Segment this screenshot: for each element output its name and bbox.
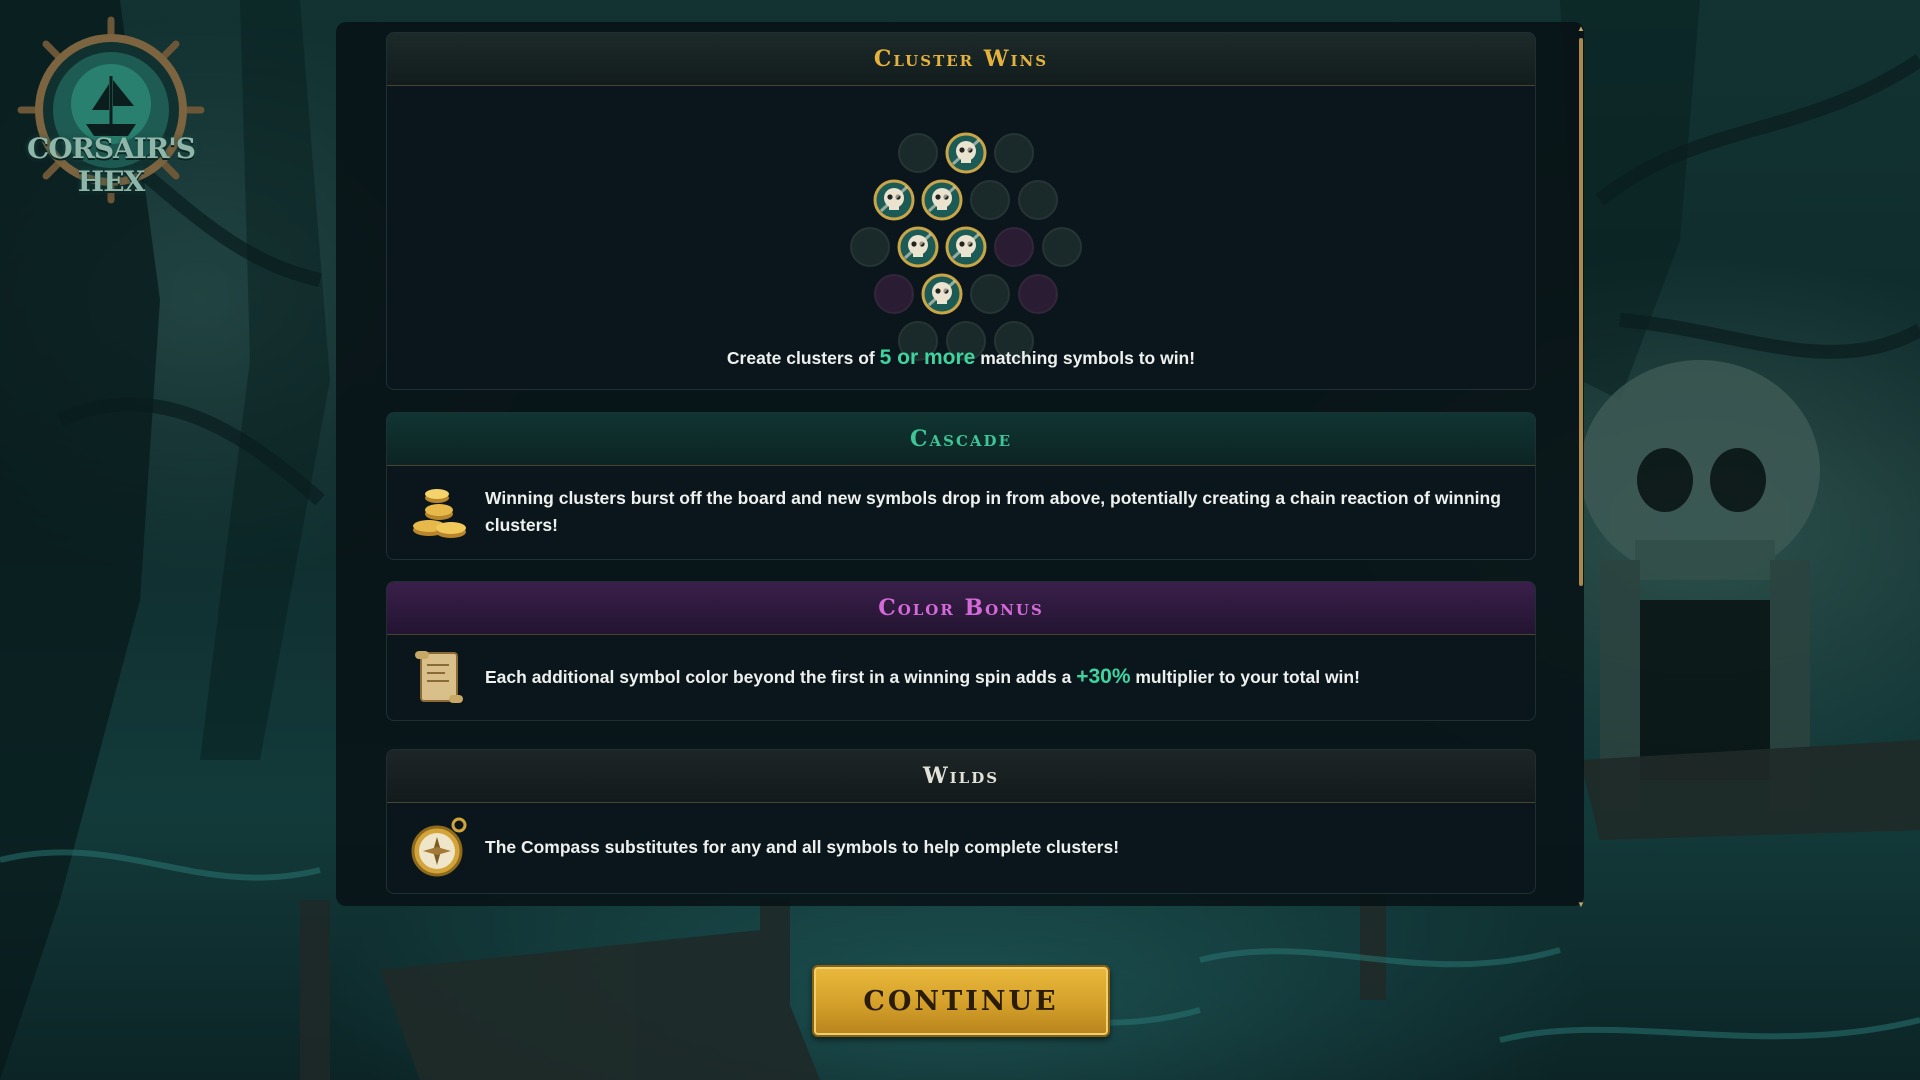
cluster-wins-title: Cluster Wins xyxy=(387,33,1535,86)
empty-symbol-icon xyxy=(1018,180,1058,220)
compass-icon xyxy=(411,817,467,877)
skull-symbol-icon xyxy=(945,132,987,174)
caption-highlight: 5 or more xyxy=(879,346,976,369)
game-title: CORSAIR'S HEX xyxy=(26,132,196,198)
gold-coins-icon xyxy=(413,489,466,538)
wilds-title: Wilds xyxy=(387,750,1535,803)
empty-symbol-icon xyxy=(874,274,914,314)
scroll-map-icon xyxy=(415,651,463,703)
empty-symbol-icon xyxy=(970,180,1010,220)
empty-symbol-icon xyxy=(970,274,1010,314)
color-bonus-title: Color Bonus xyxy=(387,582,1535,635)
skull-symbol-icon xyxy=(873,179,915,221)
color-bonus-text: Each additional symbol color beyond the … xyxy=(485,663,1360,691)
cascade-text: Winning clusters burst off the board and… xyxy=(485,488,1501,535)
skull-symbol-icon xyxy=(921,179,963,221)
scroll-down-icon[interactable]: ▼ xyxy=(1577,901,1585,909)
empty-symbol-icon xyxy=(1018,274,1058,314)
cluster-wins-card: Cluster Wins Create clusters of 5 or mor… xyxy=(386,32,1536,390)
empty-symbol-icon xyxy=(1042,227,1082,267)
cluster-wins-caption: Create clusters of 5 or more matching sy… xyxy=(387,346,1535,370)
empty-symbol-icon xyxy=(898,133,938,173)
cluster-example-grid xyxy=(850,132,1082,361)
bonus-highlight: +30% xyxy=(1076,665,1131,688)
skull-symbol-icon xyxy=(945,226,987,268)
rules-scrollbar[interactable]: ▲ ▼ xyxy=(1577,25,1585,909)
skull-symbol-icon xyxy=(921,273,963,315)
bonus-text: Each additional symbol color beyond the … xyxy=(485,667,1077,687)
continue-button[interactable]: CONTINUE xyxy=(812,965,1110,1037)
color-bonus-card: Color Bonus Each additional symbol color… xyxy=(386,581,1536,721)
wilds-text: The Compass substitutes for any and all … xyxy=(485,836,1120,857)
scrollbar-thumb[interactable] xyxy=(1579,38,1583,586)
empty-symbol-icon xyxy=(994,227,1034,267)
caption-text: matching symbols to win! xyxy=(975,348,1196,368)
skull-symbol-icon xyxy=(897,226,939,268)
scroll-up-icon[interactable]: ▲ xyxy=(1577,25,1585,33)
rules-panel: Cluster Wins Create clusters of 5 or mor… xyxy=(336,22,1585,909)
wilds-card: Wilds The Compass substitutes for any an… xyxy=(386,749,1536,894)
cascade-card: Cascade Winning clusters burst off the b… xyxy=(386,412,1536,560)
cascade-title: Cascade xyxy=(387,413,1535,466)
empty-symbol-icon xyxy=(994,133,1034,173)
rules-scroll-area[interactable]: Cluster Wins Create clusters of 5 or mor… xyxy=(386,32,1536,902)
empty-symbol-icon xyxy=(850,227,890,267)
caption-text: Create clusters of xyxy=(726,348,880,368)
bonus-text: multiplier to your total win! xyxy=(1130,667,1360,687)
game-logo: CORSAIR'S HEX xyxy=(16,14,206,210)
